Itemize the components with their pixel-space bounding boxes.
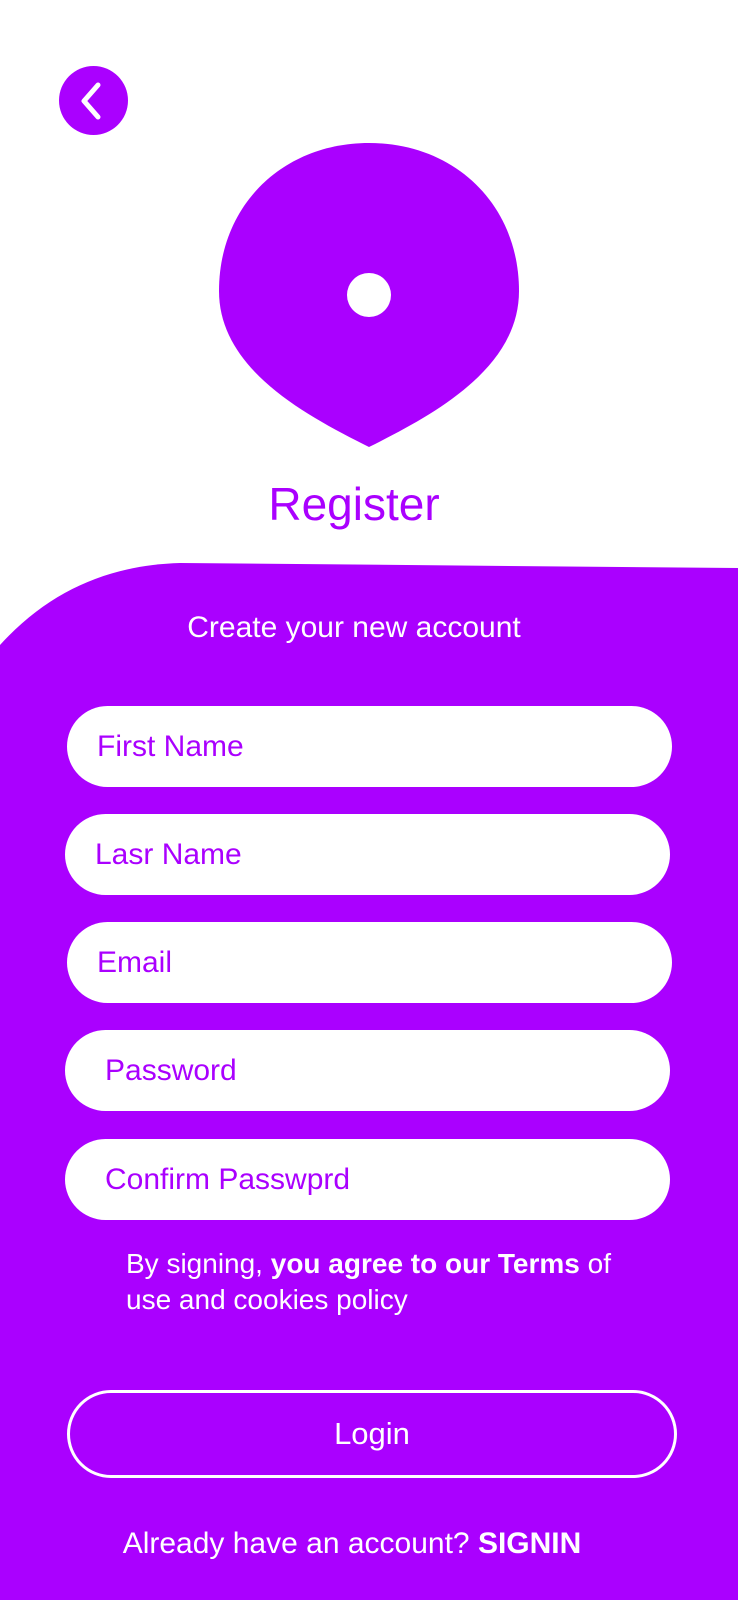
terms-text: By signing, you agree to our Terms of us… xyxy=(126,1246,646,1318)
first-name-field[interactable]: First Name xyxy=(67,706,672,787)
login-button-label: Login xyxy=(334,1416,410,1451)
confirm-password-placeholder: Confirm Passwprd xyxy=(105,1162,351,1196)
terms-link[interactable]: you agree to our Terms xyxy=(271,1248,580,1279)
email-placeholder: Email xyxy=(97,945,173,979)
login-button[interactable]: Login xyxy=(67,1390,677,1478)
email-field[interactable]: Email xyxy=(67,922,672,1003)
signin-row: Already have an account? SIGNIN xyxy=(0,1524,704,1564)
form-subtitle: Create your new account xyxy=(187,611,521,644)
last-name-field[interactable]: Lasr Name xyxy=(65,814,670,895)
confirm-password-field[interactable]: Confirm Passwprd xyxy=(65,1139,670,1220)
form-panel-background xyxy=(0,563,738,1600)
last-name-placeholder: Lasr Name xyxy=(95,837,242,871)
signin-prompt: Already have an account? xyxy=(122,1527,478,1560)
first-name-placeholder: First Name xyxy=(97,729,244,763)
password-field[interactable]: Password xyxy=(65,1030,670,1111)
terms-prefix: By signing, xyxy=(126,1248,271,1279)
signin-link[interactable]: SIGNIN xyxy=(478,1527,581,1560)
password-placeholder: Password xyxy=(105,1053,237,1087)
